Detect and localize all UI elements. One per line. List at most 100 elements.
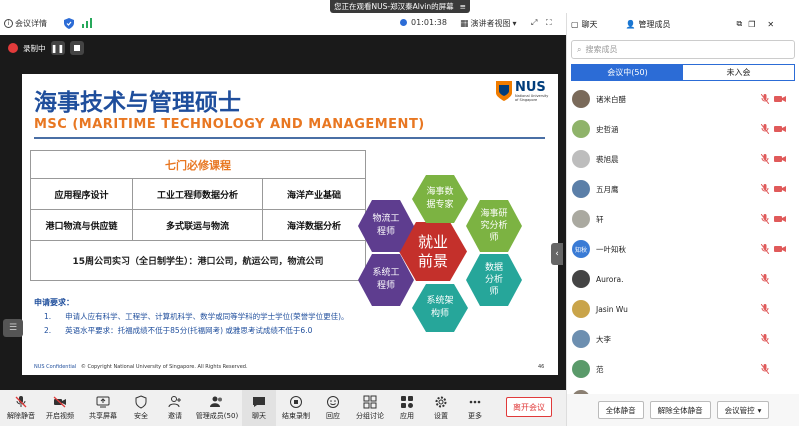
camera-off-icon[interactable] xyxy=(774,155,786,163)
collapse-panel-button[interactable]: ‹ xyxy=(551,243,563,265)
table-row: 应用程序设计 工业工程师数据分析 海洋产业基础 xyxy=(31,179,365,210)
course-cell: 港口物流与供应链 xyxy=(31,210,133,240)
member-row[interactable]: 轩 xyxy=(567,204,799,234)
member-name: 史哲涵 xyxy=(596,124,619,134)
member-row[interactable]: 知秋 一叶知秋 xyxy=(567,234,799,264)
member-row[interactable]: Aurora. xyxy=(567,264,799,294)
requirement-text: 申请人应有科学、工程学、计算机科学、数学或同等学科的学士学位(荣誉学位更佳)。 xyxy=(65,312,349,321)
close-icon[interactable]: ✕ xyxy=(767,20,774,29)
apps-button[interactable]: 应用 xyxy=(390,390,424,426)
slide-page-number: 46 xyxy=(538,364,545,370)
unmute-button[interactable]: 解除静音 xyxy=(4,390,38,426)
avatar xyxy=(572,180,590,198)
fullscreen-icon[interactable]: ⛶ xyxy=(546,18,552,28)
nus-logo: NUS National University of Singapore xyxy=(496,77,556,105)
unmute-all-button[interactable]: 解除全体静音 xyxy=(649,401,711,419)
meeting-info-button[interactable]: i 会议详情 xyxy=(4,18,47,29)
hex-bottom-right: 数据 分析 师 xyxy=(466,254,522,306)
chat-icon xyxy=(253,397,265,407)
member-row[interactable]: 诸米白醋 xyxy=(567,84,799,114)
microphone-muted-icon[interactable] xyxy=(761,334,769,344)
course-cell: 海洋产业基础 xyxy=(286,190,341,201)
camera-off-icon[interactable] xyxy=(774,245,786,253)
reactions-button[interactable]: 回应 xyxy=(316,390,350,426)
breakout-rooms-button[interactable]: 分组讨论 xyxy=(350,390,390,426)
security-shield-icon[interactable] xyxy=(64,18,74,29)
pause-recording-button[interactable]: ❚❚ xyxy=(50,41,65,55)
microphone-muted-icon[interactable] xyxy=(761,154,769,164)
menu-icon[interactable]: ≡ xyxy=(460,2,466,11)
camera-off-icon[interactable] xyxy=(774,215,786,223)
stop-recording-button[interactable] xyxy=(69,41,84,55)
view-mode-button[interactable]: ▦ 演讲者视图 ▾ xyxy=(460,18,517,29)
member-name: 一叶知秋 xyxy=(596,244,626,254)
camera-off-icon[interactable] xyxy=(774,95,786,103)
member-row[interactable]: 裘旭晨 xyxy=(567,144,799,174)
info-icon: i xyxy=(4,19,13,28)
member-row[interactable]: 史哲涵 xyxy=(567,114,799,144)
meeting-control-button[interactable]: 会议管控 ▾ xyxy=(716,401,770,419)
members-tab-label: 管理成员 xyxy=(638,19,671,29)
tool-label: 更多 xyxy=(468,412,482,420)
microphone-muted-icon[interactable] xyxy=(761,274,769,284)
camera-off-icon[interactable] xyxy=(774,185,786,193)
manage-members-button[interactable]: 管理成员(50) xyxy=(192,390,242,426)
more-dots-icon xyxy=(469,400,481,404)
member-row[interactable]: 五月鹰 xyxy=(567,174,799,204)
microphone-muted-icon[interactable] xyxy=(761,94,769,104)
microphone-muted-icon[interactable] xyxy=(761,214,769,224)
invite-button[interactable]: 邀请 xyxy=(158,390,192,426)
stop-icon xyxy=(73,45,80,51)
microphone-muted-icon[interactable] xyxy=(761,364,769,374)
stop-recording-toolbar-button[interactable]: 结束录制 xyxy=(276,390,316,426)
security-button[interactable]: 安全 xyxy=(124,390,158,426)
settings-button[interactable]: 设置 xyxy=(424,390,458,426)
share-screen-icon xyxy=(96,396,110,408)
signal-strength-icon[interactable] xyxy=(82,18,92,28)
member-name: 五月鹰 xyxy=(596,184,619,194)
avatar xyxy=(572,120,590,138)
member-row[interactable]: 大李 xyxy=(567,324,799,354)
member-search-input[interactable]: ⌕ 搜索成员 xyxy=(571,40,795,59)
meeting-info-label: 会议详情 xyxy=(15,19,47,28)
timer-value: 01:01:38 xyxy=(411,18,447,27)
share-screen-button[interactable]: 共享屏幕 xyxy=(82,390,124,426)
microphone-muted-icon[interactable] xyxy=(761,244,769,254)
more-button[interactable]: 更多 xyxy=(458,390,492,426)
microphone-muted-icon[interactable] xyxy=(761,184,769,194)
tab-in-meeting[interactable]: 会议中(50) xyxy=(572,65,683,80)
chat-panel-tab[interactable]: ▢ 聊天 xyxy=(571,19,598,30)
meeting-timer: 01:01:38 xyxy=(400,18,447,27)
tool-label: 共享屏幕 xyxy=(89,412,117,420)
tool-label: 回应 xyxy=(326,412,340,420)
required-courses-table: 七门必修课程 应用程序设计 工业工程师数据分析 海洋产业基础 港口物流与供应链 … xyxy=(30,150,366,281)
toggle-video-strip-button[interactable]: ☰ xyxy=(3,319,23,337)
tool-label: 开启视频 xyxy=(46,412,74,420)
microphone-muted-icon[interactable] xyxy=(761,124,769,134)
fit-window-icon[interactable]: ⤢ xyxy=(531,18,537,28)
start-video-button[interactable]: 开启视频 xyxy=(38,390,82,426)
panel-header: ▢ 聊天 👤 管理成员 ⧉ ❐ ✕ xyxy=(567,13,799,35)
course-cell: 海洋数据分析 xyxy=(286,221,341,232)
microphone-muted-icon[interactable] xyxy=(761,304,769,314)
meeting-titlebar: i 会议详情 01:01:38 ▦ 演讲者视图 ▾ ⤢ ⛶ xyxy=(0,13,566,35)
mute-all-button[interactable]: 全体静音 xyxy=(597,401,644,419)
view-mode-label: 演讲者视图 xyxy=(470,19,511,28)
camera-off-icon[interactable] xyxy=(774,125,786,133)
leave-meeting-button[interactable]: 离开会议 xyxy=(506,397,552,417)
tool-label: 安全 xyxy=(134,412,148,420)
recording-label: 录制中 xyxy=(23,43,46,53)
members-panel-tab[interactable]: 👤 管理成员 xyxy=(626,19,671,30)
member-row[interactable]: Jasin Wu xyxy=(567,294,799,324)
tool-label: 聊天 xyxy=(252,412,266,420)
record-stop-icon xyxy=(290,396,302,408)
tab-not-joined[interactable]: 未入会 xyxy=(683,65,794,80)
title-divider xyxy=(34,137,545,139)
restore-window-icon[interactable]: ❐ xyxy=(748,20,755,29)
chat-button[interactable]: 聊天 xyxy=(242,390,276,426)
member-row[interactable]: 范 xyxy=(567,354,799,384)
requirement-number: 2. xyxy=(44,326,52,335)
add-user-icon xyxy=(168,396,181,408)
popout-icon[interactable]: ⧉ xyxy=(737,19,743,29)
slide-title-english: MSC (MARITIME TECHNOLOGY AND MANAGEMENT) xyxy=(34,117,425,132)
